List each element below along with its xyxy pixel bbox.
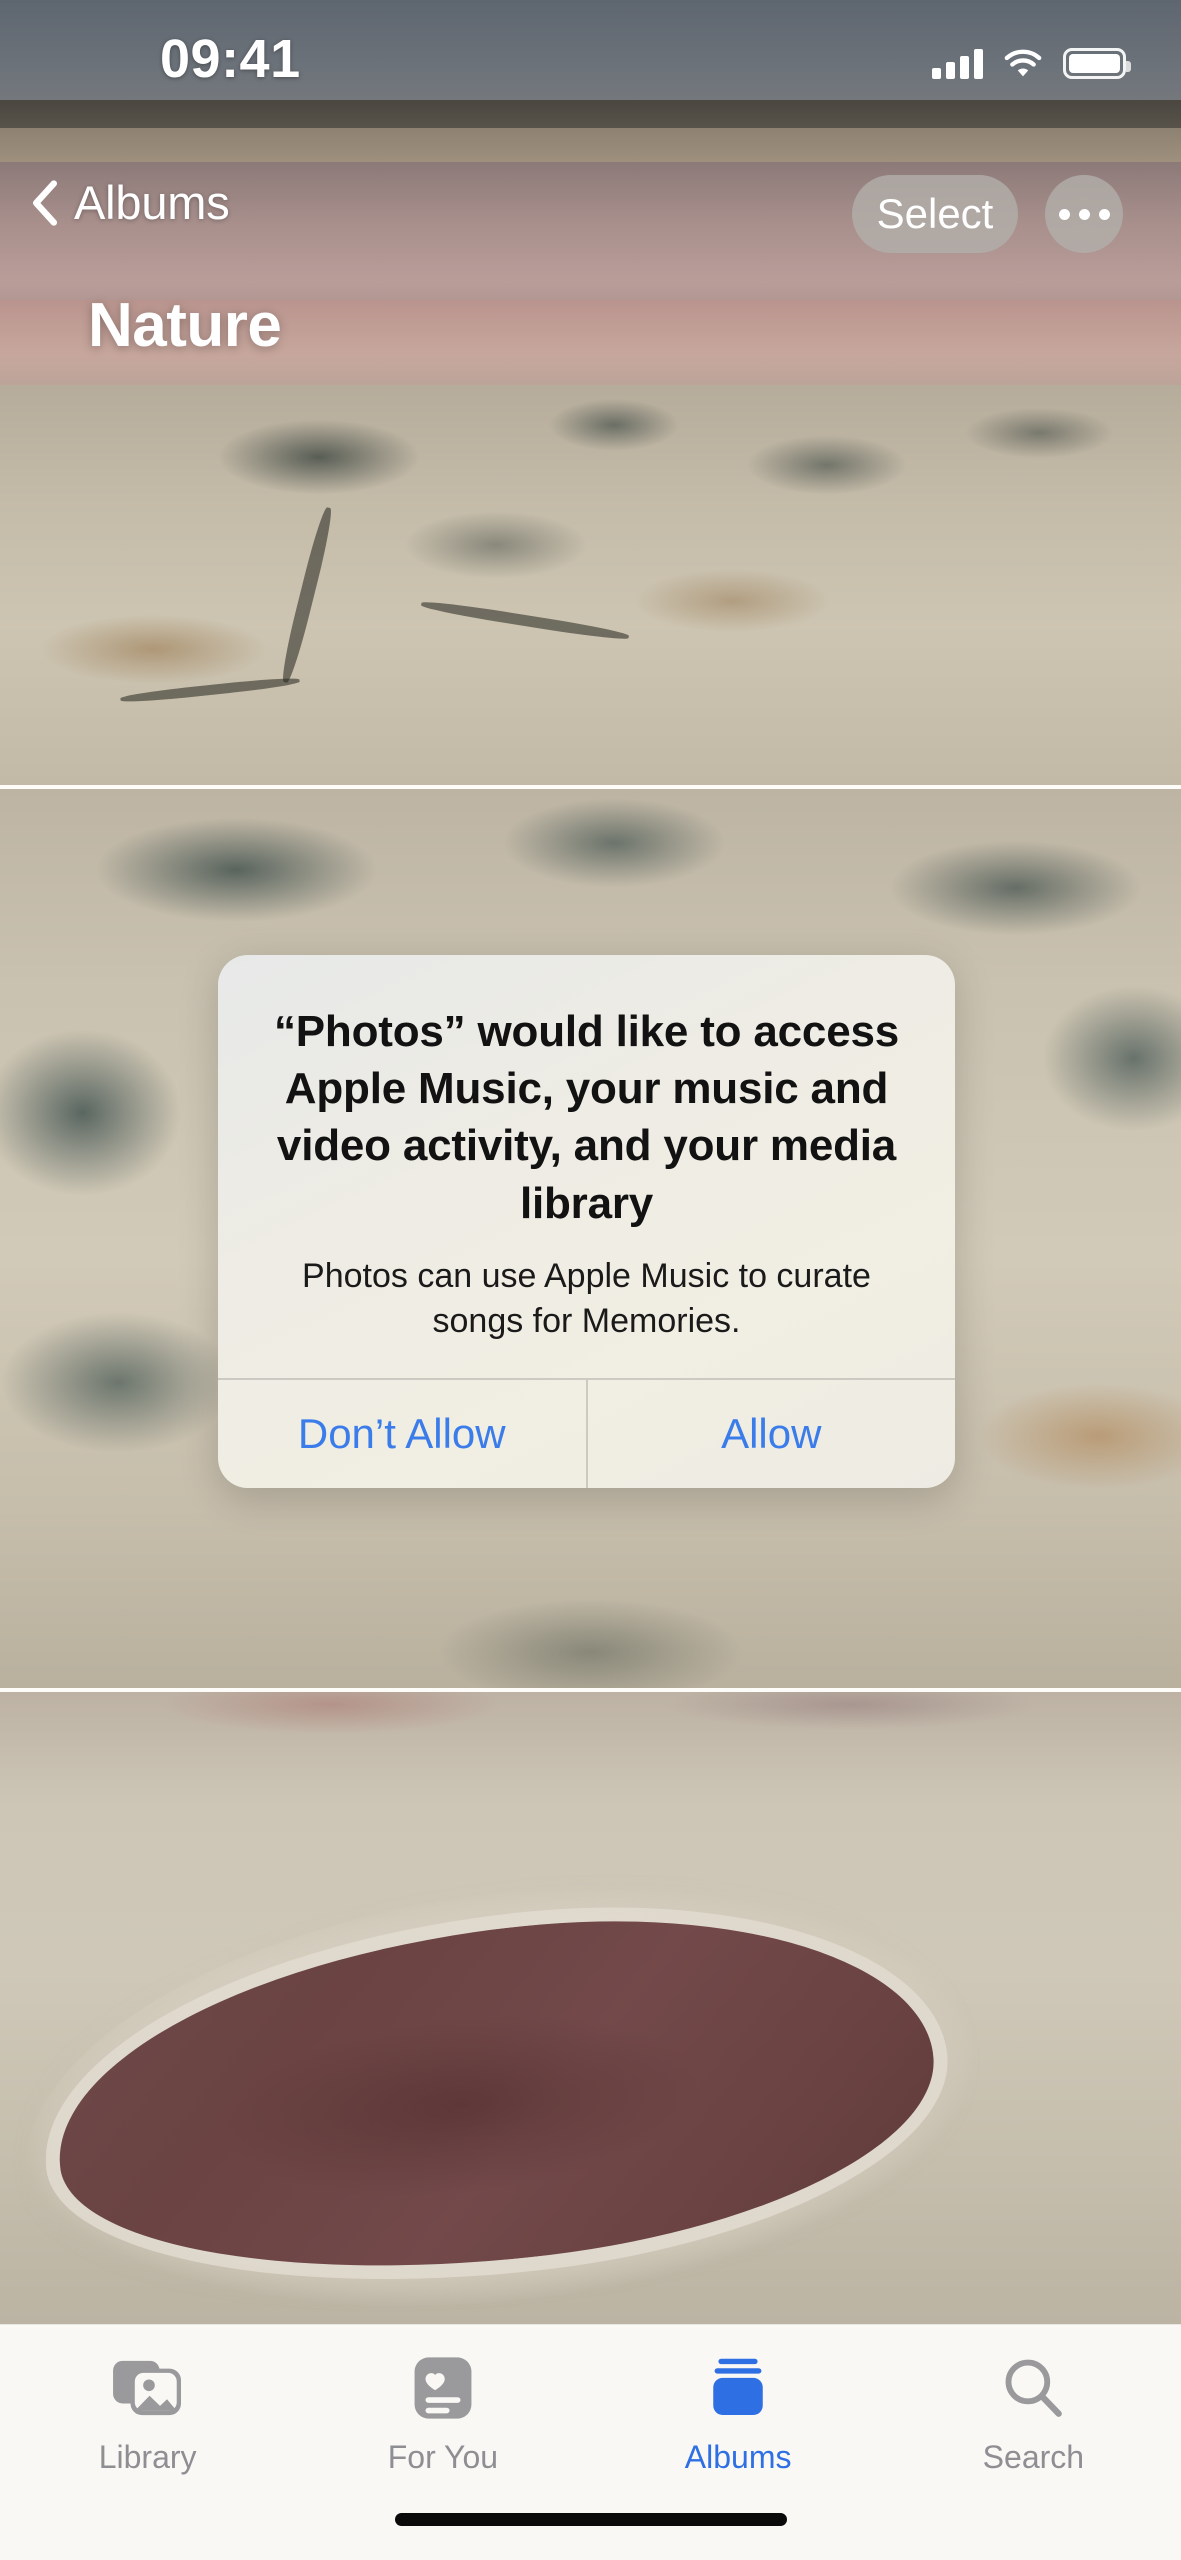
ellipsis-icon-dot [1078, 208, 1090, 220]
dont-allow-button[interactable]: Don’t Allow [218, 1380, 586, 1488]
heart-card-icon [410, 2351, 476, 2425]
photo1-crust [0, 385, 1181, 785]
status-bar: 09:41 [0, 0, 1181, 100]
tab-search-label: Search [982, 2439, 1085, 2475]
photo1-crack [119, 675, 301, 705]
select-button[interactable]: Select [852, 175, 1018, 253]
alert-message: Photos can use Apple Music to curate son… [302, 1256, 871, 1340]
status-bar-clock: 09:41 [160, 29, 301, 89]
alert-body: “Photos” would like to access Apple Musi… [218, 955, 955, 1378]
more-options-button[interactable] [1045, 175, 1123, 253]
select-button-label: Select [876, 190, 994, 237]
tab-library-label: Library [98, 2439, 197, 2475]
photos-app-screen: 09:41 Albums Select Nature “Photos” woul… [0, 0, 1181, 2560]
tab-library[interactable]: Library [0, 2351, 295, 2476]
photo-stack-icon [111, 2351, 185, 2425]
allow-button[interactable]: Allow [585, 1380, 956, 1489]
tab-for-you[interactable]: For You [295, 2351, 590, 2476]
chevron-left-icon [32, 179, 58, 226]
alert-actions: Don’t Allow Allow [218, 1378, 956, 1489]
tab-for-you-label: For You [387, 2439, 499, 2475]
media-library-permission-alert: “Photos” would like to access Apple Musi… [218, 955, 956, 1489]
ellipsis-icon-dot [1098, 208, 1110, 220]
desert-shoreline-photo[interactable] [0, 0, 1181, 785]
album-title: Nature [88, 291, 282, 360]
ellipsis-icon-dot [1058, 208, 1070, 220]
photo1-crack [278, 505, 336, 685]
tab-search[interactable]: Search [886, 2351, 1181, 2476]
cellular-signal-icon [932, 48, 983, 79]
magnifier-icon [998, 2351, 1068, 2425]
tab-albums-label: Albums [684, 2439, 792, 2475]
back-to-albums-button[interactable]: Albums [30, 175, 230, 230]
back-button-label: Albums [74, 176, 230, 229]
alert-title: “Photos” would like to access Apple Musi… [273, 1007, 900, 1228]
status-bar-indicators [932, 48, 1131, 79]
tab-albums[interactable]: Albums [591, 2351, 886, 2476]
albums-stack-icon [702, 2351, 774, 2425]
wifi-icon [1004, 49, 1042, 76]
home-indicator[interactable] [394, 2513, 787, 2526]
battery-icon [1063, 48, 1131, 79]
red-lagoon-photo[interactable] [0, 1692, 1181, 2324]
photo1-crack [420, 598, 630, 643]
